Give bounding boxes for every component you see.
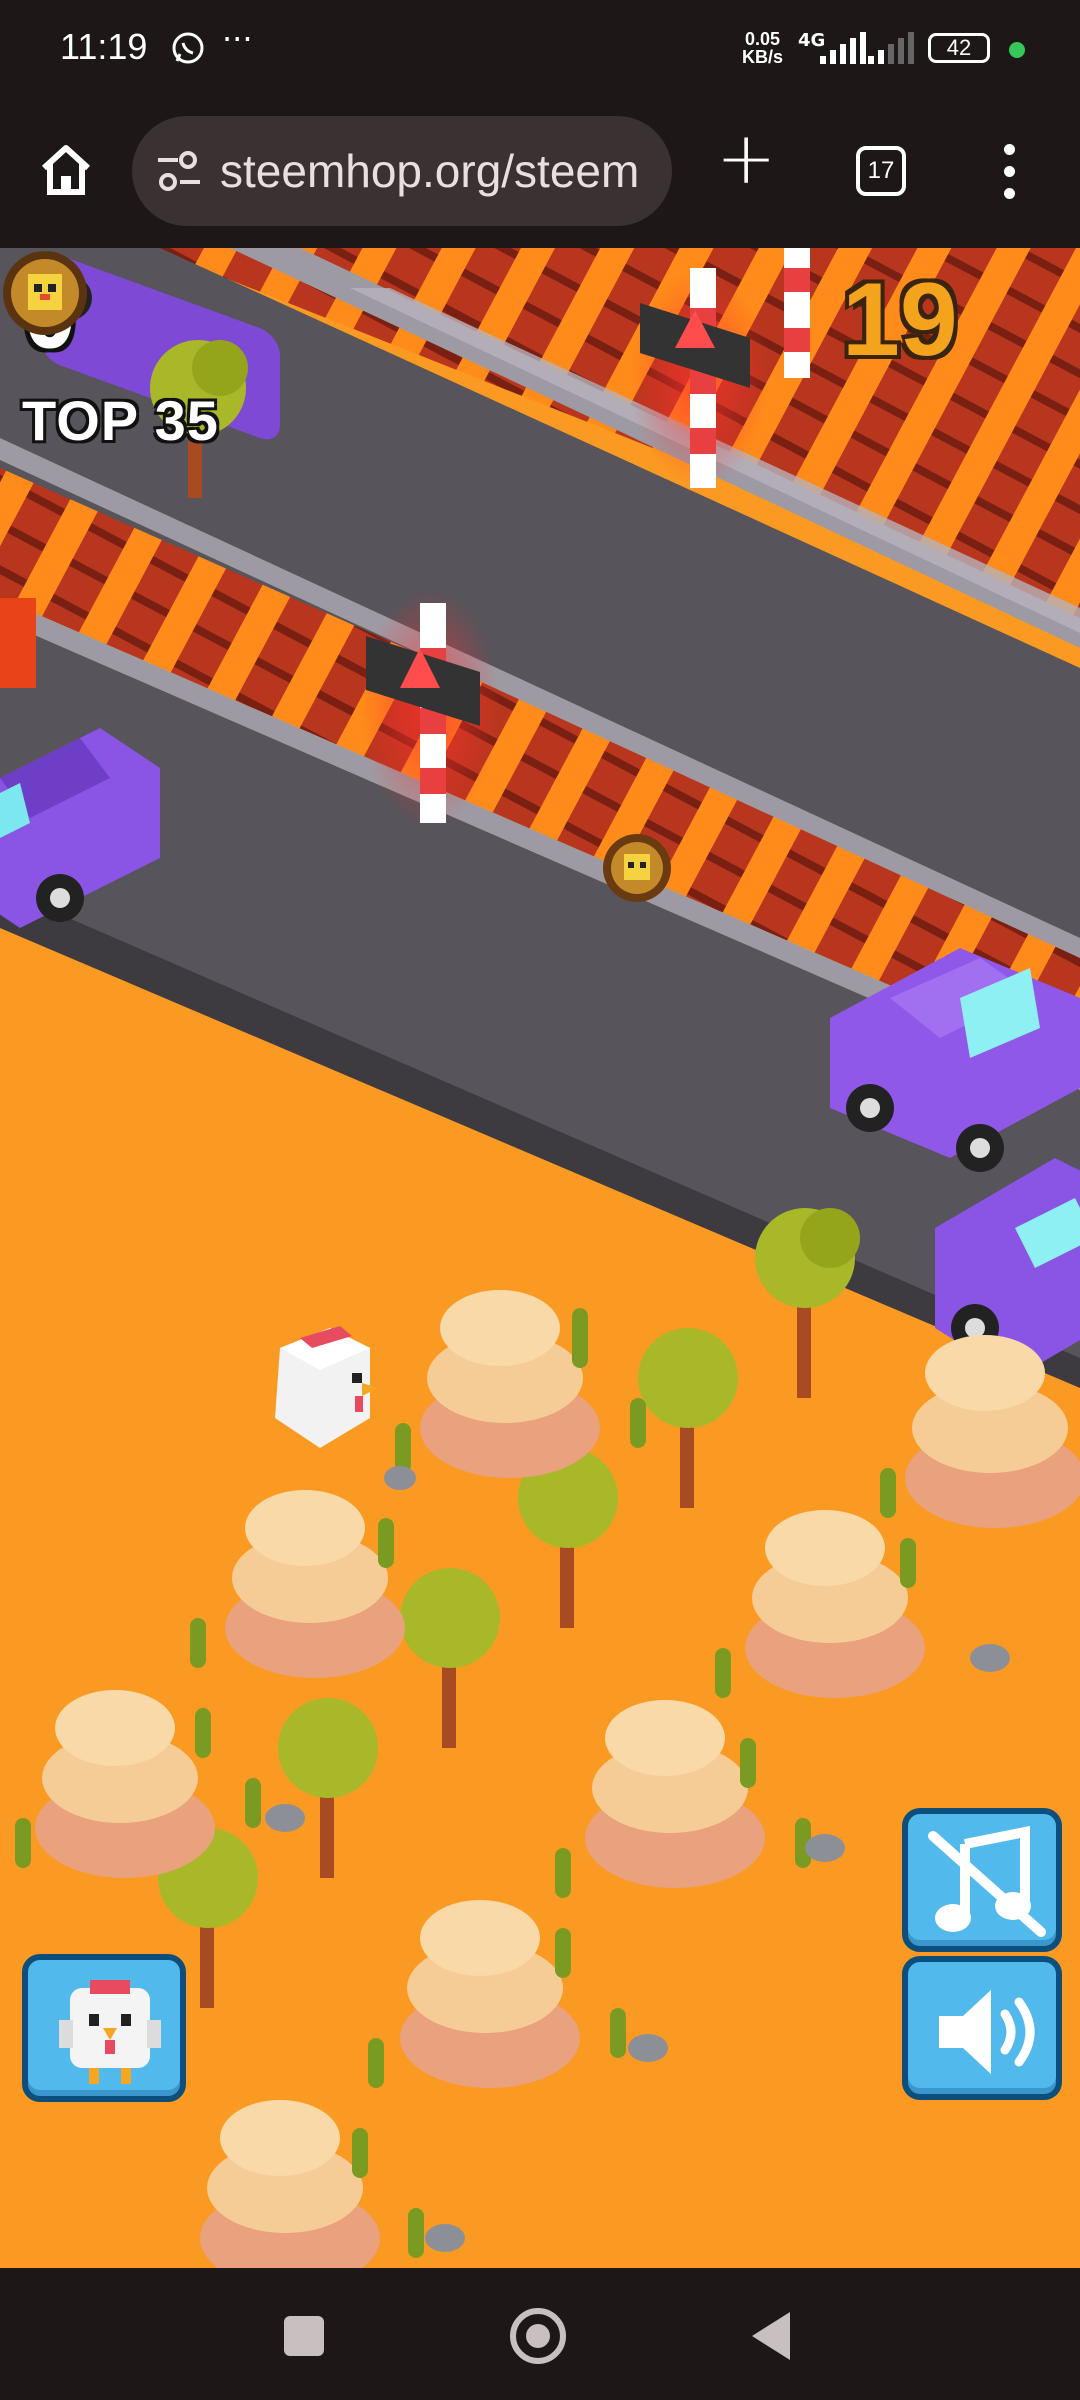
rock-stack xyxy=(35,1690,215,1878)
battery-icon: 42 xyxy=(928,33,990,63)
signal-icon xyxy=(820,30,866,64)
status-time: 11:19 xyxy=(60,26,148,67)
privacy-dot xyxy=(1009,42,1025,58)
car-edge-red xyxy=(0,598,36,688)
character-select-button[interactable] xyxy=(22,1954,186,2102)
coin-counter: 19 xyxy=(842,262,958,378)
tree xyxy=(638,1328,738,1508)
chicken-player xyxy=(275,1326,378,1448)
more-notifications-icon: ··· xyxy=(222,20,253,58)
music-muted-icon xyxy=(928,1825,1046,1937)
tree xyxy=(278,1698,378,1878)
tree xyxy=(755,1208,860,1398)
rail-signal-middle xyxy=(360,588,500,828)
url-text: steemhop.org/steem xyxy=(220,145,640,197)
speaker-icon xyxy=(939,1990,1035,2074)
home-icon[interactable] xyxy=(36,140,96,200)
recents-icon[interactable] xyxy=(284,2316,324,2356)
music-toggle-button[interactable] xyxy=(902,1808,1062,1952)
rail-signal-upper xyxy=(630,268,770,488)
tree xyxy=(400,1568,500,1748)
coin-icon xyxy=(3,251,87,335)
network-speed: 0.05 KB/s xyxy=(742,29,784,67)
rock-stack xyxy=(745,1510,925,1698)
home-circle-icon[interactable] xyxy=(510,2308,566,2364)
game-canvas[interactable]: 0 TOP 35 19 xyxy=(0,248,1080,2268)
system-nav-bar xyxy=(0,2268,1080,2400)
rail-signal-upper-b xyxy=(784,248,810,378)
site-settings-icon[interactable] xyxy=(154,148,204,194)
rock-stack xyxy=(225,1490,405,1678)
rock-stack xyxy=(200,2100,380,2268)
new-tab-icon[interactable]: + xyxy=(716,122,776,194)
url-field[interactable]: steemhop.org/steem xyxy=(132,116,672,226)
browser-toolbar: steemhop.org/steem + 17 xyxy=(0,100,1080,248)
tabs-icon[interactable]: 17 xyxy=(856,146,906,196)
rock-stack xyxy=(400,1900,580,2088)
signal-icon-2 xyxy=(868,30,914,64)
status-bar: 11:19 ··· 0.05 KB/s 4G 42 xyxy=(0,0,1080,100)
sound-toggle-button[interactable] xyxy=(902,1956,1062,2100)
menu-icon[interactable] xyxy=(1004,144,1018,210)
back-icon[interactable] xyxy=(752,2312,790,2360)
coin-on-track xyxy=(603,834,671,902)
top-score-label: TOP 35 xyxy=(22,389,219,452)
chicken-icon xyxy=(59,1980,161,2084)
rock-stack xyxy=(585,1700,765,1888)
whatsapp-icon xyxy=(172,32,204,64)
